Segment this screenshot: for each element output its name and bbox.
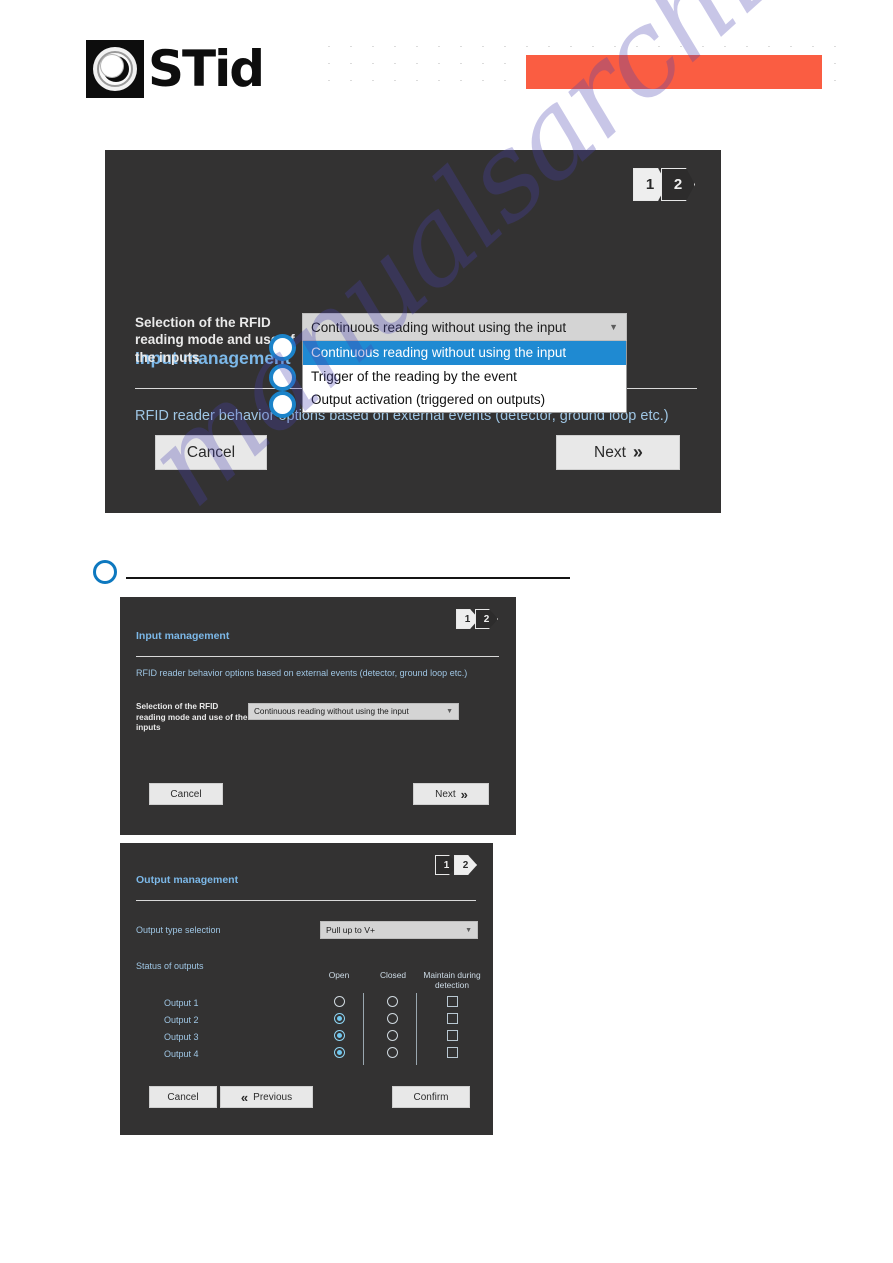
stid-logo: STid (86, 40, 265, 98)
previous-button[interactable]: « Previous (220, 1086, 313, 1108)
previous-button-label: Previous (253, 1091, 293, 1103)
checkbox-maintain-output-4[interactable] (447, 1047, 458, 1058)
chevron-down-icon: ▼ (609, 322, 618, 332)
column-divider (363, 993, 364, 1065)
next-button-label: Next (594, 443, 626, 461)
next-button-label: Next (435, 788, 456, 800)
double-chevron-left-icon: « (240, 1089, 248, 1105)
callout-divider (126, 577, 570, 579)
output-management-dialog: 1 2 Output management Output type select… (120, 843, 493, 1135)
radio-open-output-2[interactable] (334, 1013, 345, 1024)
step-2[interactable]: 2 (454, 855, 477, 875)
reading-mode-select[interactable]: Continuous reading without using the inp… (302, 313, 627, 341)
reading-mode-select[interactable]: Continuous reading without using the inp… (248, 703, 459, 720)
reading-mode-dropdown-list[interactable]: Continuous reading without using the inp… (302, 341, 627, 413)
header-accent-bar (526, 55, 822, 89)
step-2[interactable]: 2 (661, 168, 695, 201)
output-type-value: Pull up to V+ (326, 925, 375, 935)
page-subtitle: RFID reader behavior options based on ex… (136, 668, 468, 678)
step-indicator: 1 2 (639, 168, 695, 201)
brand-name: STid (148, 40, 265, 98)
step-indicator: 1 2 (460, 609, 498, 629)
step-indicator: 1 2 (439, 855, 477, 875)
chevron-down-icon: ▼ (446, 708, 453, 715)
checkbox-maintain-output-2[interactable] (447, 1013, 458, 1024)
radio-open-output-3[interactable] (334, 1030, 345, 1041)
radio-open-output-1[interactable] (334, 996, 345, 1007)
radio-open-output-4[interactable] (334, 1047, 345, 1058)
input-management-dialog-large: 1 2 Input management RFID reader behavio… (105, 150, 721, 513)
stid-concentric-circles-logo-icon (86, 40, 144, 98)
title-divider (136, 656, 499, 657)
radio-closed-output-3[interactable] (387, 1030, 398, 1041)
cancel-button[interactable]: Cancel (149, 783, 223, 805)
output-type-select[interactable]: Pull up to V+ ▼ (320, 921, 478, 939)
next-button[interactable]: Next » (556, 435, 680, 470)
reading-mode-label: Selection of the RFID reading mode and u… (136, 702, 248, 732)
column-header-closed: Closed (379, 970, 407, 980)
reading-mode-value: Continuous reading without using the inp… (254, 707, 409, 716)
annotation-ring-option-2-icon (269, 364, 296, 391)
table-row-label: Output 1 (164, 998, 199, 1008)
chevron-down-icon: ▼ (465, 926, 472, 934)
output-type-label: Output type selection (136, 925, 221, 935)
column-header-maintain: Maintain during detection (423, 970, 481, 990)
checkbox-maintain-output-1[interactable] (447, 996, 458, 1007)
radio-closed-output-1[interactable] (387, 996, 398, 1007)
radio-closed-output-2[interactable] (387, 1013, 398, 1024)
dropdown-option-0[interactable]: Continuous reading without using the inp… (303, 341, 626, 365)
table-row-label: Output 3 (164, 1032, 199, 1042)
cancel-button[interactable]: Cancel (155, 435, 267, 470)
radio-closed-output-4[interactable] (387, 1047, 398, 1058)
dropdown-option-1[interactable]: Trigger of the reading by the event (303, 365, 626, 389)
dropdown-option-2[interactable]: Output activation (triggered on outputs) (303, 388, 626, 412)
checkbox-maintain-output-3[interactable] (447, 1030, 458, 1041)
double-chevron-right-icon: » (460, 786, 468, 802)
confirm-button[interactable]: Confirm (392, 1086, 470, 1108)
column-header-open: Open (328, 970, 350, 980)
title-divider (136, 900, 476, 901)
annotation-ring-option-3-icon (269, 391, 296, 418)
table-row-label: Output 4 (164, 1049, 199, 1059)
page-title: Input management (136, 630, 230, 642)
next-button[interactable]: Next » (413, 783, 489, 805)
annotation-ring-option-1-icon (269, 334, 296, 361)
table-row-label: Output 2 (164, 1015, 199, 1025)
input-management-dialog-small: 1 2 Input management RFID reader behavio… (120, 597, 516, 835)
reading-mode-value: Continuous reading without using the inp… (311, 319, 567, 335)
page-header: STid (0, 0, 893, 130)
cancel-button[interactable]: Cancel (149, 1086, 217, 1108)
step-2[interactable]: 2 (475, 609, 498, 629)
column-divider (416, 993, 417, 1065)
double-chevron-right-icon: » (632, 442, 643, 462)
page-title: Output management (136, 874, 239, 886)
blue-ring-marker-icon (93, 560, 117, 584)
status-of-outputs-label: Status of outputs (136, 961, 204, 971)
